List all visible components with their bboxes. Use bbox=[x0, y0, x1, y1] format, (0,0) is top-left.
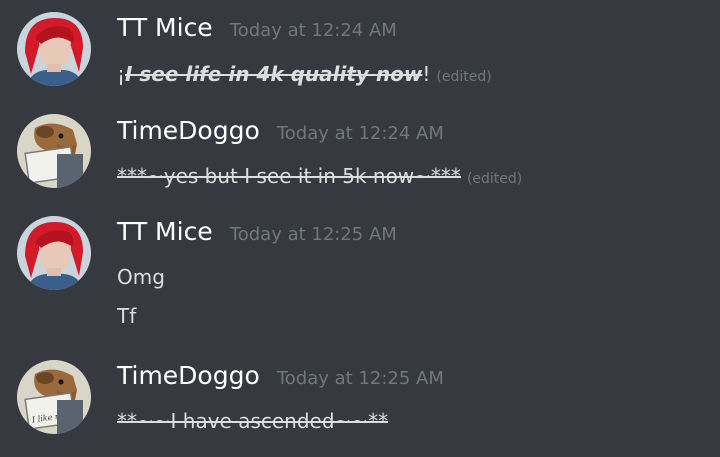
message-formatted-text: ***~yes but I see it in 5k now~*** bbox=[117, 164, 461, 188]
username[interactable]: TT Mice bbox=[117, 217, 213, 246]
message-text: **~~I have ascended~~** bbox=[117, 409, 388, 433]
message-formatted-text: I see life in 4k quality now bbox=[125, 62, 423, 86]
message-suffix: ! bbox=[422, 62, 431, 86]
username[interactable]: TimeDoggo bbox=[117, 361, 260, 390]
message-text: Tf bbox=[117, 304, 137, 328]
message-prefix: ¡ bbox=[117, 62, 126, 86]
user-avatar[interactable]: I like rats! bbox=[17, 360, 91, 434]
chat-message-list: TT Mice Today at 12:24 AM ¡I see life in… bbox=[0, 0, 720, 457]
red-hair-person-icon bbox=[17, 12, 91, 86]
timestamp: Today at 12:24 AM bbox=[229, 20, 397, 41]
message-text: ***~yes but I see it in 5k now~*** (edite… bbox=[117, 164, 522, 188]
user-avatar[interactable] bbox=[17, 12, 91, 86]
timestamp: Today at 12:25 AM bbox=[276, 368, 444, 389]
red-hair-person-icon bbox=[17, 216, 91, 290]
dog-with-sign-icon bbox=[17, 114, 91, 188]
timestamp: Today at 12:25 AM bbox=[229, 224, 397, 245]
timestamp: Today at 12:24 AM bbox=[276, 123, 444, 144]
edited-label: (edited) bbox=[466, 171, 523, 187]
user-avatar[interactable] bbox=[17, 114, 91, 188]
message-text: Omg bbox=[117, 265, 165, 289]
message-text: ¡I see life in 4k quality now! (edited) bbox=[117, 62, 492, 86]
dog-with-sign-icon: I like rats! bbox=[17, 360, 91, 434]
message-formatted-text: **~~I have ascended~~** bbox=[117, 409, 389, 433]
username[interactable]: TimeDoggo bbox=[117, 116, 260, 145]
user-avatar[interactable] bbox=[17, 216, 91, 290]
username[interactable]: TT Mice bbox=[117, 13, 213, 42]
edited-label: (edited) bbox=[436, 69, 492, 85]
